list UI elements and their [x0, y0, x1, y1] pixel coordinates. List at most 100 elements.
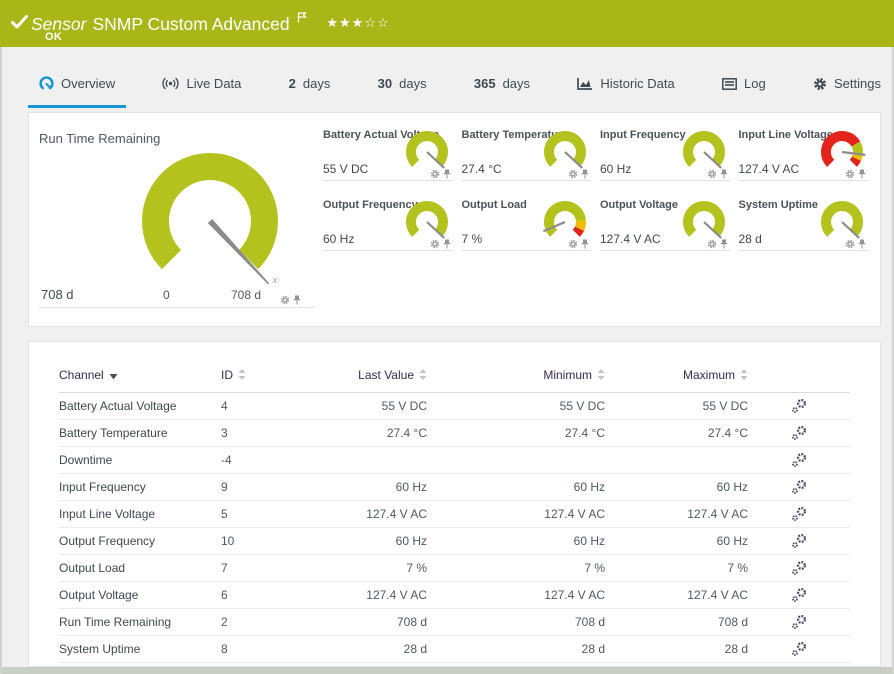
gear-icon[interactable]	[280, 292, 290, 310]
star-filled-icon: ★	[352, 16, 365, 31]
channel-id: 5	[221, 501, 299, 528]
channel-settings-button[interactable]	[791, 533, 808, 549]
maximum-value: 60 Hz	[605, 528, 748, 555]
row-actions-cell	[748, 420, 850, 447]
channel-settings-button[interactable]	[791, 452, 808, 468]
row-actions-cell	[748, 393, 850, 420]
tab-30-days[interactable]: 30days	[367, 62, 438, 108]
last-value: 55 V DC	[299, 393, 427, 420]
maximum-value: 55 V DC	[605, 393, 748, 420]
row-actions-cell	[748, 609, 850, 636]
gauge-value: 127.4 V AC	[600, 232, 661, 246]
channel-settings-button[interactable]	[791, 641, 808, 657]
channel-settings-button[interactable]	[791, 560, 808, 576]
gear-icon[interactable]	[845, 166, 855, 184]
pin-icon[interactable]	[581, 236, 589, 254]
channel-name: Output Voltage	[59, 582, 221, 609]
tab-365-days[interactable]: 365days	[463, 62, 541, 108]
minimum-value: 55 V DC	[427, 393, 605, 420]
channel-name: Run Time Remaining	[59, 609, 221, 636]
gauge-icon	[39, 76, 54, 91]
gear-icon[interactable]	[430, 166, 440, 184]
priority-stars[interactable]: ★★★☆☆	[326, 16, 389, 31]
gauge-tile-input-line-voltage: Input Line Voltage127.4 V AC	[739, 125, 869, 181]
row-actions-cell	[748, 555, 850, 582]
pin-icon[interactable]	[858, 236, 866, 254]
channel-settings-button[interactable]	[791, 587, 808, 603]
column-header-last-value[interactable]: Last Value	[299, 368, 427, 393]
channel-settings-button[interactable]	[791, 506, 808, 522]
tab-live-data[interactable]: Live Data	[151, 62, 252, 108]
gear-icon[interactable]	[707, 166, 717, 184]
minimum-value: 127.4 V AC	[427, 501, 605, 528]
pin-icon[interactable]	[858, 166, 866, 184]
pin-icon[interactable]	[720, 166, 728, 184]
tab-log[interactable]: Log	[711, 62, 777, 108]
column-header-channel[interactable]: Channel	[59, 368, 221, 393]
column-label: Channel	[59, 368, 104, 382]
channel-settings-button[interactable]	[791, 614, 808, 630]
table-body: Battery Actual Voltage455 V DC55 V DC55 …	[59, 393, 850, 663]
channel-name: Output Load	[59, 555, 221, 582]
column-header-actions	[748, 368, 850, 393]
table-row: Output Voltage6127.4 V AC127.4 V AC127.4…	[59, 582, 850, 609]
star-empty-icon: ☆	[377, 16, 390, 31]
gauges-panel: Run Time Remaining x 708 d 0 708 d Batte…	[28, 112, 881, 327]
pin-icon[interactable]	[443, 166, 451, 184]
channel-settings-button[interactable]	[791, 398, 808, 414]
gauge-value: 7 %	[462, 232, 483, 246]
tab-historic-data[interactable]: Historic Data	[566, 62, 685, 108]
channel-id: 7	[221, 555, 299, 582]
row-actions-cell	[748, 474, 850, 501]
minimum-value	[427, 447, 605, 474]
channel-id: 6	[221, 582, 299, 609]
gear-icon[interactable]	[845, 236, 855, 254]
gear-icon[interactable]	[568, 236, 578, 254]
footer-strip	[2, 667, 892, 674]
content-area: OverviewLive Data2days30days365daysHisto…	[0, 47, 894, 674]
minimum-value: 127.4 V AC	[427, 582, 605, 609]
gear-icon[interactable]	[568, 166, 578, 184]
minimum-value: 60 Hz	[427, 474, 605, 501]
minimum-value: 27.4 °C	[427, 420, 605, 447]
sort-icon	[238, 369, 246, 383]
pin-icon[interactable]	[720, 236, 728, 254]
channel-name: Battery Actual Voltage	[59, 393, 221, 420]
column-header-id[interactable]: ID	[221, 368, 299, 393]
maximum-value: 127.4 V AC	[605, 501, 748, 528]
tab-label: days	[303, 76, 330, 91]
pin-icon[interactable]	[293, 292, 301, 310]
maximum-value: 7 %	[605, 555, 748, 582]
tab-2-days[interactable]: 2days	[278, 62, 342, 108]
column-header-minimum[interactable]: Minimum	[427, 368, 605, 393]
maximum-value: 27.4 °C	[605, 420, 748, 447]
channel-settings-button[interactable]	[791, 479, 808, 495]
gear-icon[interactable]	[430, 236, 440, 254]
tab-number: 365	[474, 76, 496, 91]
table-row: Input Line Voltage5127.4 V AC127.4 V AC1…	[59, 501, 850, 528]
table-row: Battery Temperature327.4 °C27.4 °C27.4 °…	[59, 420, 850, 447]
gear-icon[interactable]	[707, 236, 717, 254]
run-time-remaining-gauge: x	[105, 133, 317, 287]
last-value: 708 d	[299, 609, 427, 636]
column-header-maximum[interactable]: Maximum	[605, 368, 748, 393]
star-filled-icon: ★	[326, 16, 339, 31]
tab-settings[interactable]: Settings	[802, 62, 892, 108]
tab-label: Settings	[834, 76, 881, 91]
gauge-value: 60 Hz	[323, 232, 354, 246]
last-value: 7 %	[299, 555, 427, 582]
gauge-tile-run-time-remaining: Run Time Remaining x 708 d 0 708 d	[39, 125, 315, 308]
pin-icon[interactable]	[581, 166, 589, 184]
pin-icon[interactable]	[443, 236, 451, 254]
sort-icon	[419, 369, 427, 383]
minimum-value: 7 %	[427, 555, 605, 582]
row-actions-cell	[748, 447, 850, 474]
channel-id: 9	[221, 474, 299, 501]
channel-settings-button[interactable]	[791, 425, 808, 441]
settings-icon	[813, 77, 827, 91]
channel-id: 10	[221, 528, 299, 555]
column-label: Minimum	[543, 368, 592, 382]
tab-overview[interactable]: Overview	[28, 62, 126, 108]
table-row: Downtime-4	[59, 447, 850, 474]
row-actions-cell	[748, 501, 850, 528]
